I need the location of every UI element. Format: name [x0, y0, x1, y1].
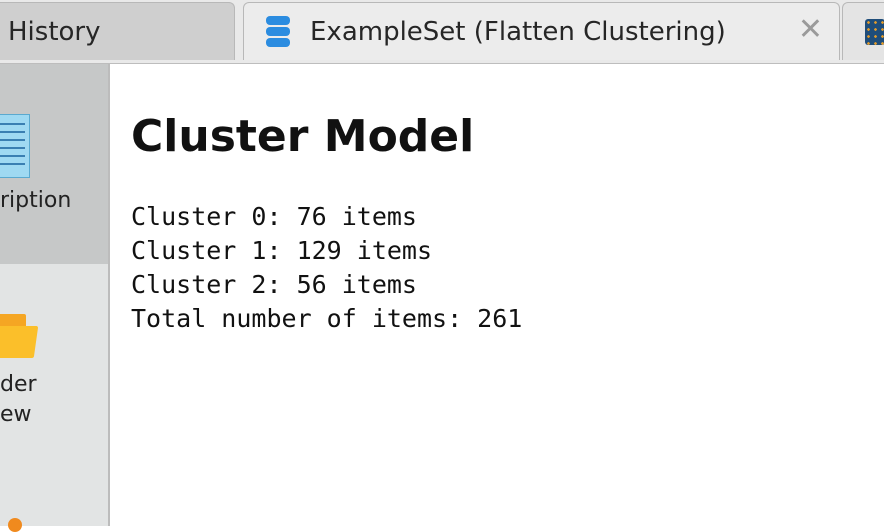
sidebar-item-folder-label-line2: ew	[0, 402, 32, 427]
close-icon[interactable]: ✕	[798, 15, 823, 45]
tab-next[interactable]	[842, 2, 884, 60]
cluster-summary: Cluster 0: 76 items Cluster 1: 129 items…	[131, 200, 522, 336]
sidebar-item-folder-label-line1: der	[0, 372, 37, 397]
tab-history[interactable]: History	[0, 2, 235, 60]
total-items-line: Total number of items: 261	[131, 304, 523, 333]
page-title: Cluster Model	[131, 111, 475, 162]
folder-icon	[0, 314, 39, 358]
tab-exampleset-label: ExampleSet (Flatten Clustering)	[310, 16, 726, 47]
cluster-model-view: Cluster Model Cluster 0: 76 items Cluste…	[110, 64, 884, 526]
matrix-icon	[865, 19, 884, 45]
tab-bar: History ExampleSet (Flatten Clustering) …	[0, 0, 884, 64]
tab-exampleset[interactable]: ExampleSet (Flatten Clustering) ✕	[243, 2, 840, 60]
cluster-line: Cluster 1: 129 items	[131, 236, 433, 265]
cluster-line: Cluster 0: 76 items	[131, 202, 417, 231]
database-icon	[266, 15, 290, 48]
document-icon	[0, 114, 30, 178]
cluster-line: Cluster 2: 56 items	[131, 270, 417, 299]
sidebar-item-description[interactable]: ription	[0, 64, 108, 264]
view-sidebar: ription der ew	[0, 64, 110, 532]
sidebar-item-description-label: ription	[0, 188, 72, 213]
tab-history-label: History	[8, 16, 101, 47]
partial-sidebar-icon	[8, 518, 22, 532]
